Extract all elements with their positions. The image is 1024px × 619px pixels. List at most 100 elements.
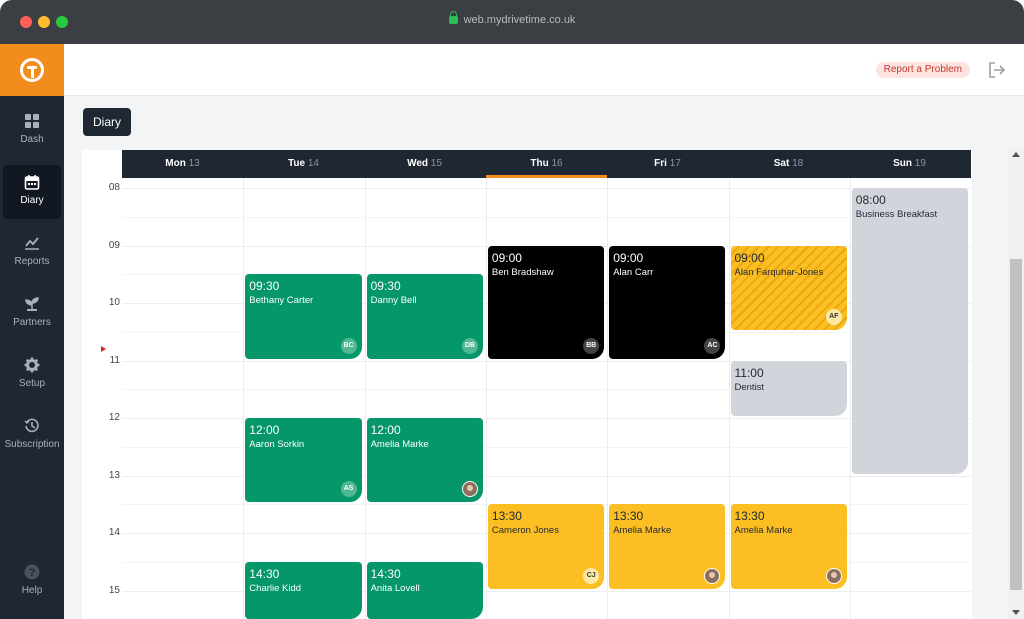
appointment-card[interactable]: 09:30 Bethany Carter BC: [245, 274, 362, 359]
svg-text:?: ?: [29, 567, 36, 579]
appointment-time: 09:00: [734, 250, 765, 265]
grid-line: [122, 188, 971, 189]
appointment-name: Ben Bradshaw: [491, 266, 554, 278]
appointment-card[interactable]: 09:00 Alan Farquhar-Jones AF: [730, 245, 847, 330]
day-header-fri[interactable]: Fri 17: [607, 150, 728, 178]
appointment-name: Amelia Marke: [613, 525, 672, 537]
appointment-name: Alan Farquhar-Jones: [734, 266, 824, 278]
sidebar-item-setup[interactable]: Setup: [3, 348, 61, 402]
grid-line: [122, 216, 971, 218]
url-text: web.mydrivetime.co.uk: [463, 14, 576, 26]
appointment-card[interactable]: 14:30 Anita Lovell: [366, 561, 483, 619]
day-header-sun[interactable]: Sun 19: [849, 150, 970, 178]
address-bar[interactable]: web.mydrivetime.co.uk: [0, 11, 1024, 26]
hour-label: 13: [108, 469, 120, 481]
avatar: [461, 481, 478, 498]
day-column-divider: [728, 178, 730, 619]
handshake-icon: [24, 296, 40, 312]
steering-wheel-icon: [20, 58, 44, 82]
hour-label: 08: [108, 182, 120, 193]
sidebar-item-label: Reports: [14, 256, 50, 267]
appointment-card[interactable]: 13:30 Amelia Marke: [730, 504, 847, 589]
app-logo[interactable]: [0, 44, 64, 96]
sidebar-item-label: Dash: [20, 134, 44, 145]
avatar: BC: [340, 337, 357, 354]
hour-label: 14: [108, 527, 120, 538]
report-problem-button[interactable]: Report a Problem: [875, 62, 970, 78]
sidebar-item-label: Help: [21, 585, 43, 596]
hour-label: 10: [108, 297, 120, 308]
day-column-divider: [243, 178, 245, 619]
logout-icon[interactable]: [988, 61, 1006, 79]
question-icon: ?: [24, 564, 40, 580]
tab-diary[interactable]: Diary: [83, 108, 132, 136]
day-header-wed[interactable]: Wed 15: [364, 150, 485, 178]
day-column-divider: [364, 178, 366, 619]
appointment-card[interactable]: 09:00 Alan Carr AC: [609, 245, 726, 359]
sidebar-item-help[interactable]: ? Help: [3, 555, 61, 609]
appointment-name: Anita Lovell: [370, 582, 420, 594]
appointment-name: Cameron Jones: [491, 525, 559, 537]
appointment-name: Aaron Sorkin: [249, 439, 305, 450]
avatar: DB: [461, 337, 478, 354]
appointment-card[interactable]: 12:00 Aaron Sorkin AS: [245, 418, 362, 503]
avatar: AC: [704, 337, 721, 354]
day-header-thu[interactable]: Thu 16: [486, 150, 607, 178]
appointment-name: Amelia Marke: [734, 525, 793, 537]
appointment-name: Danny Bell: [370, 295, 417, 307]
scroll-up-arrow-icon[interactable]: [1012, 152, 1020, 157]
appointment-time: 09:30: [249, 279, 280, 294]
sidebar-item-partners[interactable]: Partners: [3, 287, 61, 341]
avatar: CJ: [583, 567, 600, 584]
sidebar-item-label: Subscription: [4, 439, 60, 450]
appointment-name: Business Breakfast: [855, 209, 938, 220]
lock-icon: [448, 11, 458, 24]
appointment-name: Charlie Kidd: [249, 582, 302, 594]
day-column-divider: [485, 178, 487, 619]
chart-icon: [24, 235, 40, 251]
appointment-card[interactable]: 08:00 Business Breakfast: [851, 188, 969, 474]
sidebar-item-diary[interactable]: Diary: [3, 165, 61, 219]
scrollbar-thumb[interactable]: [1010, 259, 1022, 590]
day-header-mon[interactable]: Mon 13: [122, 150, 243, 178]
appointment-card[interactable]: 12:00 Amelia Marke: [366, 418, 483, 503]
scroll-down-arrow-icon[interactable]: [1012, 610, 1020, 615]
gear-icon: [24, 357, 40, 373]
appointment-card[interactable]: 14:30 Charlie Kidd: [245, 561, 362, 619]
appointment-time: 12:00: [249, 423, 280, 437]
sidebar-item-label: Setup: [18, 378, 46, 389]
avatar: AS: [340, 481, 357, 498]
top-header: Report a Problem: [64, 44, 1024, 96]
dashboard-icon: [24, 113, 40, 129]
avatar: AF: [825, 308, 842, 325]
avatar: [825, 567, 842, 584]
hour-label: 15: [108, 584, 120, 596]
browser-titlebar: web.mydrivetime.co.uk: [0, 0, 1024, 44]
day-header-sat[interactable]: Sat 18: [728, 150, 849, 178]
sidebar-item-subscription[interactable]: Subscription: [3, 409, 61, 463]
current-time-marker: [101, 346, 106, 352]
day-header-tue[interactable]: Tue 14: [243, 150, 364, 178]
appointment-name: Dentist: [734, 381, 765, 393]
appointment-card[interactable]: 09:30 Danny Bell DB: [366, 274, 483, 359]
sidebar-item-reports[interactable]: Reports: [3, 226, 61, 280]
sidebar-item-dash[interactable]: Dash: [3, 104, 61, 158]
avatar: BB: [583, 337, 600, 354]
appointment-time: 14:30: [249, 566, 280, 581]
day-column-divider: [849, 178, 851, 619]
appointment-time: 09:00: [613, 250, 644, 265]
hour-label: 12: [108, 412, 120, 423]
appointment-name: Alan Carr: [613, 266, 654, 278]
calendar-icon: [24, 174, 40, 190]
appointment-name: Amelia Marke: [370, 439, 429, 450]
appointment-time: 12:00: [370, 423, 401, 437]
appointment-time: 13:30: [491, 509, 522, 524]
appointment-card[interactable]: 11:00 Dentist: [730, 360, 847, 416]
appointment-time: 14:30: [370, 566, 401, 581]
calendar-day-header: Mon 13 Tue 14 Wed 15 Thu 16 Fri 17 Sat 1…: [122, 150, 971, 178]
appointment-card[interactable]: 09:00 Ben Bradshaw BB: [487, 245, 605, 359]
appointment-time: 13:30: [734, 509, 765, 524]
sidebar-item-label: Diary: [20, 195, 44, 206]
appointment-card[interactable]: 13:30 Cameron Jones CJ: [487, 504, 605, 589]
appointment-card[interactable]: 13:30 Amelia Marke: [609, 504, 726, 589]
